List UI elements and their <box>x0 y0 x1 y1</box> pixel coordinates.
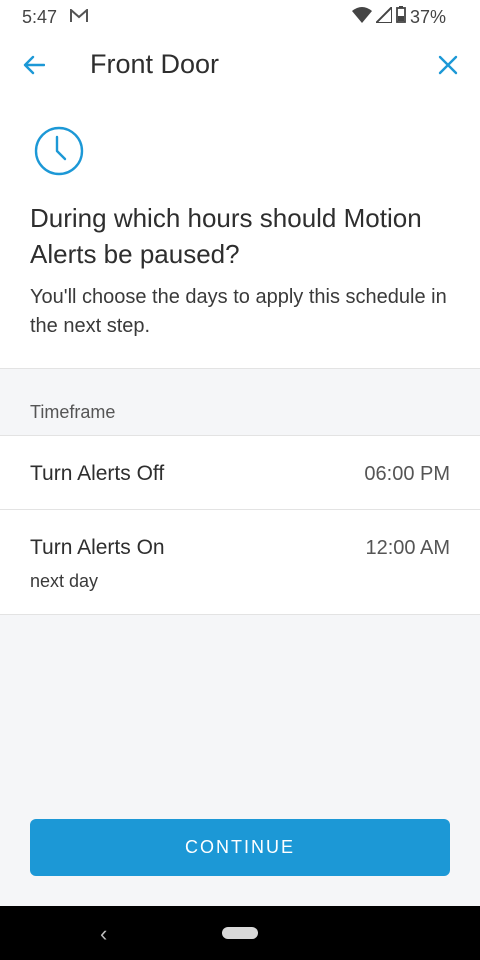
battery-percent: 37% <box>409 6 446 27</box>
row-label: Turn Alerts Off <box>30 462 165 485</box>
section-label-timeframe: Timeframe <box>30 402 116 422</box>
nav-back-icon[interactable]: ‹ <box>100 921 107 947</box>
mail-icon <box>70 7 88 28</box>
header: Front Door <box>0 36 480 96</box>
signal-icon <box>373 4 393 28</box>
row-time-value: 06:00 PM <box>364 463 450 485</box>
back-arrow-icon <box>23 55 46 80</box>
list-item-turn-alerts-on[interactable]: Turn Alerts On 12:00 AM next day <box>0 510 480 614</box>
page-title: Front Door <box>90 49 220 79</box>
close-button[interactable] <box>434 53 462 81</box>
back-button[interactable] <box>20 53 48 81</box>
row-time-value: 12:00 AM <box>365 537 450 559</box>
row-label: Turn Alerts On <box>30 536 165 559</box>
list-item-turn-alerts-off[interactable]: Turn Alerts Off 06:00 PM <box>0 436 480 510</box>
close-icon <box>438 55 458 80</box>
status-icons: 37% <box>351 4 446 28</box>
clock-icon <box>34 126 84 181</box>
row-sublabel: next day <box>30 571 99 591</box>
timeframe-list: Turn Alerts Off 06:00 PM Turn Alerts On … <box>0 435 480 615</box>
battery-icon <box>396 6 406 28</box>
status-bar: 5:47 37% <box>0 0 480 36</box>
status-time: 5:47 <box>22 7 58 27</box>
question-description: You'll choose the days to apply this sch… <box>30 286 447 337</box>
question-heading: During which hours should Motion Alerts … <box>30 203 422 269</box>
nav-home-pill[interactable] <box>222 927 258 939</box>
system-nav-bar: ‹ <box>0 906 480 960</box>
wifi-icon <box>351 6 372 28</box>
continue-button[interactable]: CONTINUE <box>30 819 450 876</box>
